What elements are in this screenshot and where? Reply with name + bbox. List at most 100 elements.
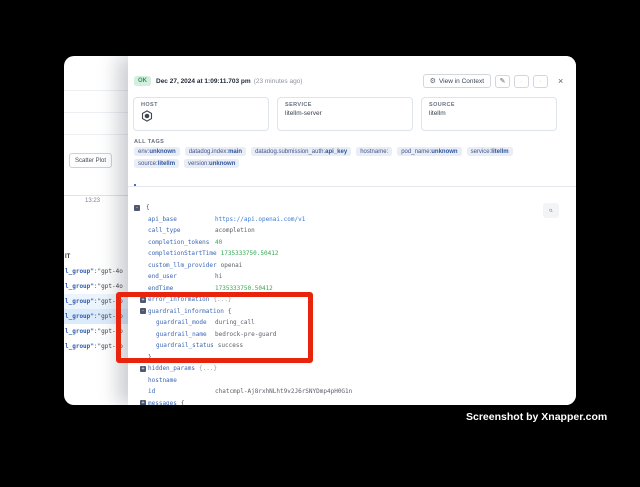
info-card: SOURCE litellm — [421, 97, 557, 131]
row-key: l_group" — [65, 298, 94, 305]
attr-value: 40 — [215, 239, 222, 246]
info-card-value: litellm — [429, 110, 446, 117]
tag-pill[interactable]: datadog.submission_authapi_key — [251, 147, 351, 156]
relative-time: (23 minutes ago) — [254, 78, 303, 85]
attribute-row: id chatcmpl-Aj8rxhNLht9v2J6rSNYDmp4pH0G1… — [128, 386, 576, 398]
attr-key: endTime — [148, 285, 211, 292]
tag-pill[interactable]: datadog.indexmain — [185, 147, 246, 156]
info-card-label: SOURCE — [429, 102, 549, 108]
attr-key: custom_llm_provider — [148, 262, 217, 269]
row-value: :"gpt-4o — [94, 268, 123, 275]
tag-key: version — [188, 161, 209, 167]
tag-pill[interactable]: servicelitellm — [467, 147, 513, 156]
tab[interactable] — [149, 175, 151, 186]
row-value: :"gpt-4o — [94, 283, 123, 290]
attr-key: end_user — [148, 273, 211, 280]
tag-value: api_key — [325, 149, 347, 155]
axis-tick-label: 13:23 — [85, 198, 100, 204]
attribute-row: completion_tokens 40 — [128, 237, 576, 249]
tag-key: hostname — [360, 149, 388, 155]
attr-value: 1735333750.50412 — [215, 285, 273, 292]
attr-key: hidden_params — [148, 365, 195, 372]
attribute-row: call_type acompletion — [128, 225, 576, 237]
tag-value: litellm — [491, 149, 508, 155]
attr-key: api_base — [148, 216, 211, 223]
tag-value: litellm — [158, 161, 175, 167]
attr-key: hostname — [148, 377, 211, 384]
attribute-row: api_base https://api.openai.com/v1 — [128, 214, 576, 226]
attribute-row: hostname — [128, 375, 576, 387]
tag-key: source — [138, 161, 158, 167]
tag-value: unknown — [209, 161, 235, 167]
tag-key: datadog.index — [189, 149, 228, 155]
attr-key: messages — [148, 400, 177, 405]
watermark: Screenshot by Xnapper.com — [466, 411, 607, 423]
view-in-context-label: View in Context — [439, 78, 484, 85]
tag-key: datadog.submission_auth — [255, 149, 325, 155]
info-card: HOST — [133, 97, 269, 131]
attr-value: { — [146, 204, 150, 211]
highlight-annotation — [116, 292, 313, 363]
export-icon — [540, 76, 541, 86]
info-card-value: litellm-server — [285, 110, 322, 117]
tree-toggle[interactable]: + — [140, 400, 146, 405]
row-key: l_group" — [65, 328, 94, 335]
attr-value: openai — [221, 262, 243, 269]
row-key: l_group" — [65, 283, 94, 290]
tag-value: unknown — [149, 149, 175, 155]
attr-key: call_type — [148, 227, 211, 234]
tab[interactable] — [134, 175, 136, 186]
edit-button[interactable]: ✎ — [495, 75, 510, 88]
tree-toggle[interactable]: - — [134, 205, 140, 211]
attribute-row: + hidden_params {...} — [128, 363, 576, 375]
attribute-row: completionStartTime 1735333750.50412 — [128, 248, 576, 260]
attribute-row: + messages { — [128, 398, 576, 406]
search-button[interactable] — [543, 203, 559, 218]
attr-value: acompletion — [215, 227, 255, 234]
context-scope-icon: ⚙ — [430, 78, 436, 85]
attr-value: {...} — [199, 365, 217, 372]
attr-value: { — [181, 400, 185, 405]
correlate-button[interactable] — [514, 75, 529, 88]
tree-toggle[interactable]: + — [140, 366, 146, 372]
header-actions: ⚙ View in Context ✎ × — [423, 74, 564, 88]
attr-value: https://api.openai.com/v1 — [215, 216, 305, 223]
event-timestamp: Dec 27, 2024 at 1:09:11.703 pm — [156, 78, 251, 85]
tag-key: env — [138, 149, 149, 155]
table-header: IT — [65, 254, 70, 260]
tag-list: envunknowndatadog.indexmaindatadog.submi… — [134, 147, 556, 168]
tag-pill[interactable]: sourcelitellm — [134, 159, 179, 168]
tab[interactable] — [164, 175, 166, 186]
tag-pill[interactable]: versionunknown — [184, 159, 239, 168]
table-row[interactable]: l_group":"gpt-4o — [64, 264, 128, 279]
export-button[interactable] — [533, 75, 548, 88]
attribute-row: - { — [128, 202, 576, 214]
attr-key: id — [148, 388, 211, 395]
tag-value: main — [228, 149, 242, 155]
status-badge: OK — [134, 76, 151, 86]
attribute-row: custom_llm_provider openai — [128, 260, 576, 272]
info-cards: HOST SERVICE litellm-server — [133, 97, 557, 131]
info-card: SERVICE litellm-server — [277, 97, 413, 131]
attr-value: chatcmpl-Aj8rxhNLht9v2J6rSNYDmp4pH0G1n — [215, 388, 352, 395]
pencil-icon: ✎ — [500, 78, 506, 85]
close-icon[interactable]: × — [552, 75, 564, 87]
tag-key: service — [471, 149, 492, 155]
info-card-label: SERVICE — [285, 102, 405, 108]
host-hexagon-icon — [141, 110, 153, 122]
view-in-context-button[interactable]: ⚙ View in Context — [423, 74, 491, 88]
tag-pill[interactable]: hostname — [356, 147, 392, 156]
attr-value: 1735333750.50412 — [221, 250, 279, 257]
tag-pill[interactable]: pod_nameunknown — [397, 147, 461, 156]
correlate-icon — [521, 77, 522, 86]
chart-axis-line — [64, 195, 128, 196]
tab-bar — [128, 175, 576, 187]
tag-pill[interactable]: envunknown — [134, 147, 180, 156]
search-icon — [549, 206, 553, 215]
info-card-label: HOST — [141, 102, 261, 108]
scatter-plot-button[interactable]: Scatter Plot — [69, 153, 112, 168]
attr-key: completionStartTime — [148, 250, 217, 257]
tag-value: unknown — [431, 149, 457, 155]
event-title: OK Dec 27, 2024 at 1:09:11.703 pm (23 mi… — [134, 76, 302, 86]
row-key: l_group" — [65, 343, 94, 350]
